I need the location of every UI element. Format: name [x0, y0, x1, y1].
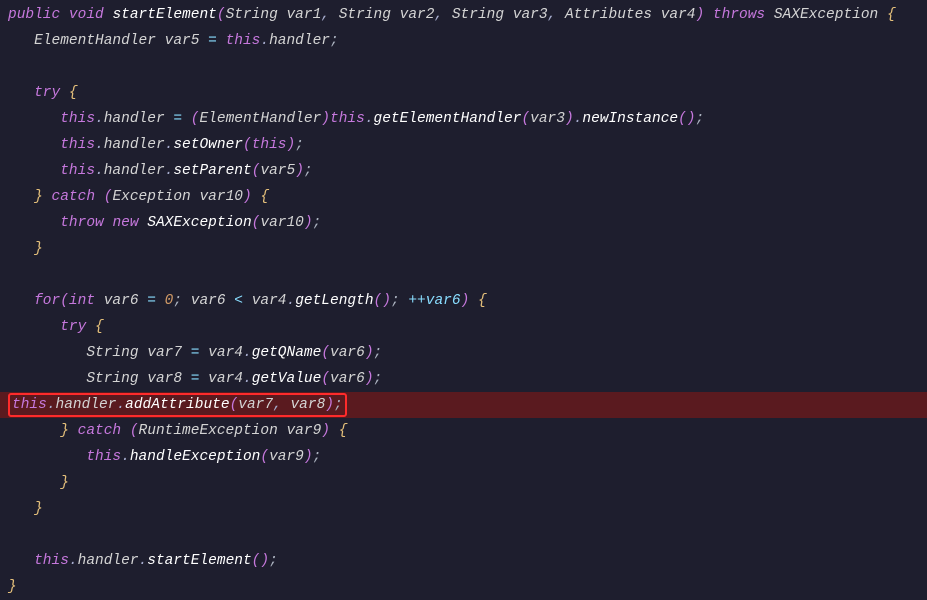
arg: var6 — [330, 345, 365, 361]
field-name: handler — [104, 163, 165, 179]
param-type: String — [339, 7, 391, 23]
keyword-this: this — [252, 137, 287, 153]
method-call: getValue — [252, 371, 322, 387]
code-line: try { — [0, 314, 927, 340]
var-name: var9 — [286, 423, 321, 439]
keyword-throws: throws — [713, 7, 765, 23]
keyword-throw: throw — [60, 215, 104, 231]
var-name: var4 — [252, 293, 287, 309]
code-line: throw new SAXException(var10); — [0, 210, 927, 236]
highlighted-line: this.handler.addAttribute(var7, var8); — [0, 392, 927, 418]
param-name: var4 — [661, 7, 696, 23]
keyword-this: this — [226, 33, 261, 49]
keyword-new: new — [112, 215, 138, 231]
exception-type: SAXException — [774, 7, 878, 23]
var-name: var7 — [147, 345, 182, 361]
code-line: for(int var6 = 0; var6 < var4.getLength(… — [0, 288, 927, 314]
code-line: this.handler.startElement(); — [0, 548, 927, 574]
method-call: setOwner — [173, 137, 243, 153]
method-call: getElementHandler — [374, 111, 522, 127]
method-call: getQName — [252, 345, 322, 361]
code-line: try { — [0, 80, 927, 106]
code-line: this.handler.setOwner(this); — [0, 132, 927, 158]
increment: ++var6 — [408, 293, 460, 309]
var-name: var5 — [165, 33, 200, 49]
cast-type: ElementHandler — [199, 111, 321, 127]
var-name: var6 — [191, 293, 226, 309]
field-name: handler — [104, 137, 165, 153]
arg: var6 — [330, 371, 365, 387]
highlight-box: this.handler.addAttribute(var7, var8); — [8, 393, 347, 417]
field-name: handler — [104, 111, 165, 127]
code-line: } — [0, 470, 927, 496]
keyword-catch: catch — [52, 189, 96, 205]
code-line: this.handler = (ElementHandler)this.getE… — [0, 106, 927, 132]
var-name: var6 — [104, 293, 139, 309]
arg: var5 — [260, 163, 295, 179]
field-name: handler — [56, 397, 117, 413]
code-line: this.handleException(var9); — [0, 444, 927, 470]
type-name: String — [86, 371, 138, 387]
arg: var7 — [238, 397, 273, 413]
code-line: public void startElement(String var1, St… — [0, 2, 927, 28]
keyword-this: this — [34, 553, 69, 569]
arg: var3 — [530, 111, 565, 127]
keyword-this: this — [60, 137, 95, 153]
keyword-public: public — [8, 7, 60, 23]
method-call: newInstance — [582, 111, 678, 127]
code-line: } — [0, 574, 927, 600]
var-name: var4 — [208, 345, 243, 361]
method-call: addAttribute — [125, 397, 229, 413]
exception-type: RuntimeException — [139, 423, 278, 439]
param-name: var3 — [513, 7, 548, 23]
blank-line — [0, 54, 927, 80]
field-name: handler — [269, 33, 330, 49]
type-name: ElementHandler — [34, 33, 156, 49]
param-type: String — [226, 7, 278, 23]
keyword-for: for — [34, 293, 60, 309]
param-name: var1 — [286, 7, 321, 23]
blank-line — [0, 522, 927, 548]
code-line: } catch (RuntimeException var9) { — [0, 418, 927, 444]
type-name: String — [86, 345, 138, 361]
exception-type: Exception — [112, 189, 190, 205]
code-line: String var7 = var4.getQName(var6); — [0, 340, 927, 366]
constructor: SAXException — [147, 215, 251, 231]
var-name: var8 — [147, 371, 182, 387]
method-call: handleException — [130, 449, 261, 465]
param-name: var2 — [400, 7, 435, 23]
param-type: Attributes — [565, 7, 652, 23]
field-name: handler — [78, 553, 139, 569]
keyword-catch: catch — [78, 423, 122, 439]
param-type: String — [452, 7, 504, 23]
keyword-this: this — [330, 111, 365, 127]
blank-line — [0, 262, 927, 288]
code-line: String var8 = var4.getValue(var6); — [0, 366, 927, 392]
method-name: startElement — [112, 7, 216, 23]
code-line: } catch (Exception var10) { — [0, 184, 927, 210]
keyword-this: this — [60, 111, 95, 127]
code-line: ElementHandler var5 = this.handler; — [0, 28, 927, 54]
keyword-void: void — [69, 7, 104, 23]
keyword-this: this — [12, 397, 47, 413]
code-line: this.handler.setParent(var5); — [0, 158, 927, 184]
var-name: var4 — [208, 371, 243, 387]
keyword-try: try — [60, 319, 86, 335]
method-call: getLength — [295, 293, 373, 309]
keyword-this: this — [86, 449, 121, 465]
arg: var10 — [260, 215, 304, 231]
keyword-this: this — [60, 163, 95, 179]
keyword-int: int — [69, 293, 95, 309]
method-call: setParent — [173, 163, 251, 179]
keyword-try: try — [34, 85, 60, 101]
code-line: } — [0, 496, 927, 522]
arg: var8 — [290, 397, 325, 413]
var-name: var10 — [199, 189, 243, 205]
arg: var9 — [269, 449, 304, 465]
code-line: } — [0, 236, 927, 262]
method-call: startElement — [147, 553, 251, 569]
